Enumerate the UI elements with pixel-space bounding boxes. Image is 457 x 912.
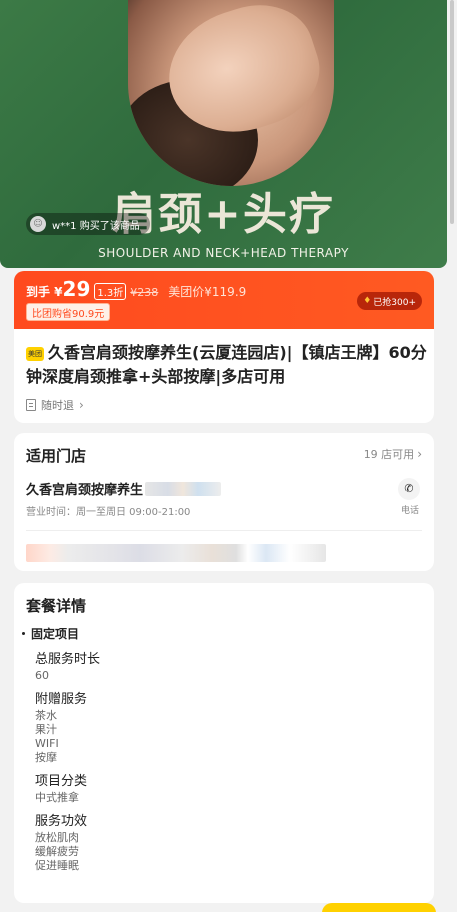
package-item: 总服务时长 60 (35, 651, 415, 683)
package-item-value: 缓解疲劳 (35, 845, 79, 858)
deal-title: 美团 久香宫肩颈按摩养生(云厦连园店)|【镇店王牌】60分钟深度肩颈推拿+头部按摩… (26, 341, 428, 389)
package-item-value: 茶水 (35, 709, 57, 722)
meituan-price: 美团价¥119.9 (168, 285, 247, 299)
sold-badge: ♦ 已抢300+ (357, 292, 422, 310)
chevron-right-icon: › (79, 398, 84, 412)
package-items: 总服务时长 60 附赠服务 茶水 果汁 WIFI 按摩 项目分类 中式推拿 服务… (35, 651, 415, 881)
package-item-label: 附赠服务 (35, 692, 88, 707)
meituan-logo-icon: 美团 (26, 347, 44, 361)
package-item-value: 放松肌肉 (35, 831, 79, 844)
package-item-label: 服务功效 (35, 814, 88, 829)
store-count: 19 店可用 (363, 448, 415, 461)
discount-badge: 1.3折 (94, 283, 127, 300)
phone-button[interactable]: ✆ 电话 (398, 478, 422, 516)
package-item: 服务功效 放松肌肉 缓解疲劳 促进睡眠 (35, 813, 415, 873)
price-row: 到手 ¥ 29 1.3折 ¥238 美团价¥119.9 (26, 277, 246, 301)
store-address-blurred (26, 544, 326, 562)
current-price: 29 (62, 277, 91, 301)
store-count-link[interactable]: 19 店可用 › (364, 446, 422, 462)
page: 肩颈+头疗 SHOULDER AND NECK+HEAD THERAPY ☺ w… (0, 0, 457, 912)
package-item-value: 60 (35, 669, 49, 682)
package-item-label: 项目分类 (35, 774, 88, 789)
document-icon (26, 399, 36, 411)
store-name[interactable]: 久香宫肩颈按摩养生 (26, 479, 222, 498)
package-item-value: 中式推拿 (35, 791, 79, 804)
refund-label: 随时退 (41, 399, 74, 412)
savings-badge: 比团购省90.9元 (26, 303, 111, 321)
package-heading: 套餐详情 (26, 597, 87, 615)
original-price: ¥238 (130, 286, 159, 299)
package-section: 固定项目 (22, 625, 79, 642)
hero-subtitle: SHOULDER AND NECK+HEAD THERAPY (98, 246, 349, 260)
phone-label: 电话 (400, 506, 419, 516)
sold-count: 已抢300+ (373, 297, 416, 308)
bullet-icon (22, 632, 25, 635)
scrollbar[interactable] (450, 0, 454, 224)
package-item-value: 促进睡眠 (35, 859, 79, 872)
buyer-avatar: ☺ (30, 216, 46, 232)
package-item-value: 果汁 (35, 723, 57, 736)
divider (26, 530, 422, 531)
package-section-label: 固定项目 (31, 627, 80, 641)
hero-banner[interactable]: 肩颈+头疗 SHOULDER AND NECK+HEAD THERAPY ☺ w… (0, 0, 447, 268)
buyer-notification: ☺ w**1 购买了该商品 (26, 213, 150, 235)
buyer-text: w**1 购买了该商品 (52, 220, 140, 232)
deal-title-card: 美团 久香宫肩颈按摩养生(云厦连园店)|【镇店王牌】60分钟深度肩颈推拿+头部按摩… (14, 329, 434, 423)
package-item-label: 总服务时长 (35, 652, 101, 667)
store-hours: 营业时间：周一至周日 09:00-21:00 (26, 507, 191, 518)
package-item-value: WIFI (35, 737, 59, 750)
package-item: 项目分类 中式推拿 (35, 773, 415, 805)
store-name-blurred (145, 481, 222, 496)
chevron-right-icon: › (417, 447, 422, 461)
store-heading: 适用门店 (26, 447, 87, 465)
store-name-text: 久香宫肩颈按摩养生 (26, 483, 144, 498)
deal-title-text: 久香宫肩颈按摩养生(云厦连园店)|【镇店王牌】60分钟深度肩颈推拿+头部按摩|多… (26, 343, 427, 386)
store-card: 适用门店 19 店可用 › 久香宫肩颈按摩养生 营业时间：周一至周日 09:00… (14, 433, 434, 571)
refund-policy[interactable]: 随时退 › (26, 397, 84, 413)
package-item-value: 按摩 (35, 751, 57, 764)
buy-button[interactable] (322, 903, 436, 912)
price-prefix: 到手 ¥ (26, 285, 63, 299)
fire-icon: ♦ (363, 296, 372, 306)
package-card: 套餐详情 固定项目 总服务时长 60 附赠服务 茶水 果汁 WIFI 按摩 项目… (14, 583, 434, 903)
package-item: 附赠服务 茶水 果汁 WIFI 按摩 (35, 691, 415, 765)
hero-image (128, 0, 334, 186)
phone-icon: ✆ (398, 478, 420, 500)
price-banner: 到手 ¥ 29 1.3折 ¥238 美团价¥119.9 比团购省90.9元 ♦ … (14, 271, 434, 329)
